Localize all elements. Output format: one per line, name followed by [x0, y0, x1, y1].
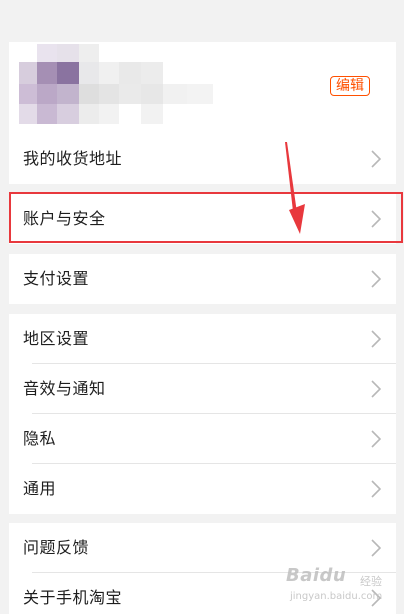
chevron-right-icon	[371, 539, 381, 557]
row-label: 支付设置	[23, 269, 90, 288]
row-label: 通用	[23, 479, 57, 498]
watermark-url: jingyan.baidu.com	[290, 591, 383, 602]
row-label: 地区设置	[23, 329, 90, 348]
highlight-box	[9, 192, 403, 243]
row-payment-settings[interactable]: 支付设置	[9, 254, 396, 304]
row-sound-notification[interactable]: 音效与通知	[9, 364, 396, 414]
chevron-right-icon	[371, 430, 381, 448]
row-region-settings[interactable]: 地区设置	[9, 314, 396, 364]
row-general[interactable]: 通用	[9, 464, 396, 514]
baidu-watermark: Baidu 经验 jingyan.baidu.com	[282, 563, 402, 609]
chevron-right-icon	[371, 480, 381, 498]
settings-screen: 编辑 我的收货地址 账户与安全 支付设置 地区设置 音效与通知 隐私 通用 问题…	[0, 0, 404, 614]
chevron-right-icon	[371, 330, 381, 348]
chevron-right-icon	[371, 380, 381, 398]
row-shipping-address[interactable]: 我的收货地址	[9, 134, 396, 184]
row-label: 我的收货地址	[23, 149, 123, 168]
chevron-right-icon	[371, 150, 381, 168]
row-label: 音效与通知	[23, 379, 106, 398]
annotation-arrow-icon	[285, 142, 305, 234]
watermark-sub: 经验	[360, 575, 382, 588]
chevron-right-icon	[371, 270, 381, 288]
blurred-avatar	[19, 44, 229, 134]
row-label: 关于手机淘宝	[23, 588, 123, 607]
row-label: 问题反馈	[23, 538, 90, 557]
row-label: 隐私	[23, 429, 57, 448]
profile-card[interactable]: 编辑	[9, 42, 396, 134]
watermark-brand: Baidu	[286, 565, 347, 586]
row-privacy[interactable]: 隐私	[9, 414, 396, 464]
edit-profile-button[interactable]: 编辑	[330, 76, 370, 96]
